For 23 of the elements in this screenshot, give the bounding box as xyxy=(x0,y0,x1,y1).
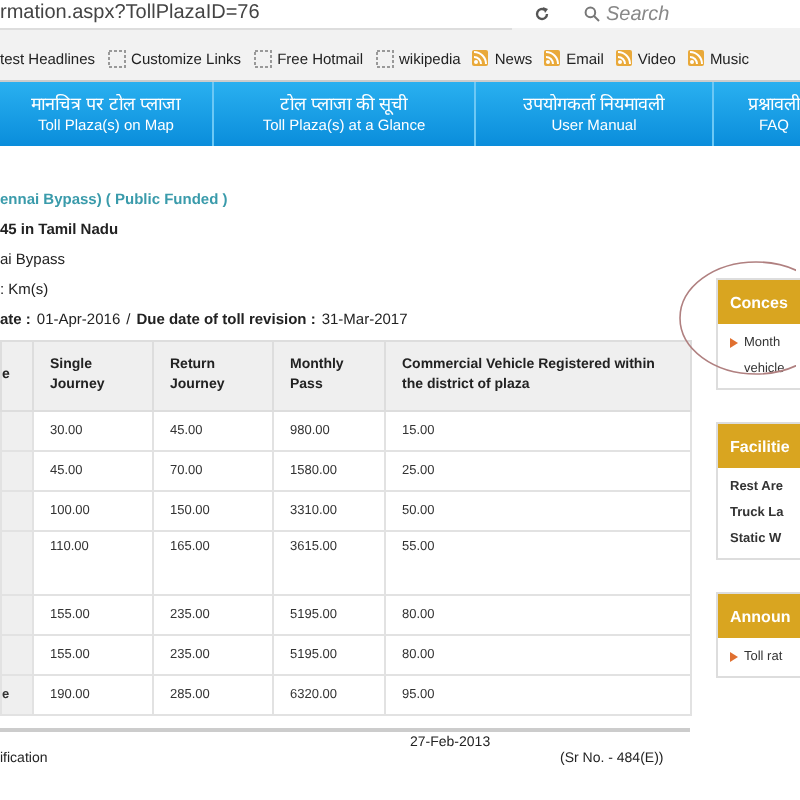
table-cell xyxy=(1,635,33,675)
table-cell xyxy=(1,531,33,595)
panel-title: Facilitie xyxy=(718,424,800,468)
page-icon xyxy=(107,49,126,67)
table-cell xyxy=(1,491,33,531)
reload-icon xyxy=(534,6,550,22)
table-cell xyxy=(1,411,33,451)
search-field[interactable]: Search xyxy=(606,3,766,25)
page-icon xyxy=(375,49,393,67)
feed-icon xyxy=(615,50,632,66)
feed-icon xyxy=(544,50,561,66)
feed-icon xyxy=(687,50,704,66)
search-icon xyxy=(584,6,600,22)
panel-title: Conces xyxy=(718,280,800,324)
feed-icon xyxy=(472,50,489,66)
bullet-icon xyxy=(730,338,738,348)
oval-drawing xyxy=(676,258,796,378)
address-bar[interactable]: rmation.aspx?TollPlazaID=76 xyxy=(0,0,512,29)
panel-title: Announ xyxy=(718,594,800,638)
table-cell xyxy=(1,595,33,635)
page-icon xyxy=(253,49,272,67)
table-cell xyxy=(1,451,33,491)
bullet-icon xyxy=(730,652,738,662)
